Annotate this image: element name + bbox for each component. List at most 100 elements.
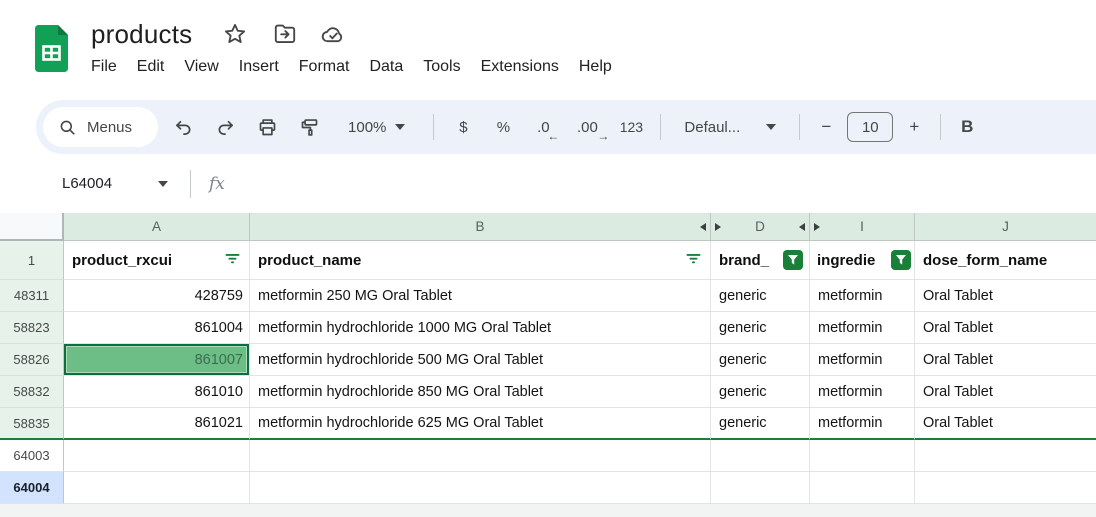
hidden-columns-expand-icon[interactable] [814,222,820,231]
cell-rxcui[interactable]: 861004 [64,312,250,344]
column-header-j[interactable]: J [915,213,1096,241]
row-header-58823[interactable]: 58823 [0,312,64,344]
name-box[interactable]: L64004 [62,175,168,192]
cell-empty[interactable] [64,472,250,504]
cell-d1-brand[interactable]: brand_ [711,241,810,280]
menu-insert[interactable]: Insert [229,55,289,79]
increase-font-size-button[interactable]: + [897,107,931,147]
cell-dose-form[interactable]: Oral Tablet [915,344,1096,376]
fx-icon: fx [209,173,225,194]
document-title[interactable]: products [91,19,192,50]
cell-product-name[interactable]: metformin hydrochloride 625 MG Oral Tabl… [250,408,711,440]
row-header-64004[interactable]: 64004 [0,472,64,504]
formula-input[interactable] [225,154,1096,213]
row-header-58835[interactable]: 58835 [0,408,64,440]
row-header-48311[interactable]: 48311 [0,280,64,312]
hidden-columns-expand-icon[interactable] [715,222,721,231]
cell-ingredient[interactable]: metformin [810,344,915,376]
row-header-58832[interactable]: 58832 [0,376,64,408]
active-filter-funnel-icon[interactable] [891,250,911,270]
cell-rxcui[interactable]: 861010 [64,376,250,408]
cell-a1-product-rxcui[interactable]: product_rxcui [64,241,250,280]
menu-extensions[interactable]: Extensions [471,55,569,79]
cell-ingredient[interactable]: metformin [810,312,915,344]
redo-button[interactable] [204,107,246,147]
hidden-columns-expand-icon[interactable] [700,222,706,231]
cell-ingredient[interactable]: metformin [810,408,915,440]
row-header-64003[interactable]: 64003 [0,440,64,472]
column-header-b[interactable]: B [250,213,711,241]
paint-format-icon[interactable] [288,107,330,147]
filter-button-icon[interactable] [224,252,241,269]
cell-dose-form[interactable]: Oral Tablet [915,376,1096,408]
cell-dose-form[interactable]: Oral Tablet [915,408,1096,440]
active-filter-funnel-icon[interactable] [783,250,803,270]
decrease-font-size-button[interactable]: − [809,107,843,147]
cell-product-name[interactable]: metformin hydrochloride 850 MG Oral Tabl… [250,376,711,408]
cell-dose-form[interactable]: Oral Tablet [915,280,1096,312]
star-icon[interactable] [222,21,248,47]
menu-format[interactable]: Format [289,55,360,79]
column-header-a[interactable]: A [64,213,250,241]
cell-brand[interactable]: generic [711,280,810,312]
cell-rxcui-highlighted[interactable]: 861007 [64,344,250,376]
name-box-value: L64004 [62,175,113,192]
cell-brand[interactable]: generic [711,312,810,344]
menu-edit[interactable]: Edit [127,55,175,79]
column-letter: D [755,219,765,234]
cell-brand[interactable]: generic [711,376,810,408]
font-size-input[interactable]: 10 [847,112,894,142]
cloud-saved-icon[interactable] [320,21,346,47]
cell-product-name[interactable]: metformin hydrochloride 1000 MG Oral Tab… [250,312,711,344]
sheets-logo-icon[interactable] [35,25,68,72]
cell-empty[interactable] [711,440,810,472]
decrease-decimal-button[interactable]: .0 ← [523,107,563,147]
cell-empty[interactable] [915,440,1096,472]
cell-rxcui[interactable]: 861021 [64,408,250,440]
cell-empty[interactable] [915,472,1096,504]
zoom-control[interactable]: 100% [336,119,417,136]
menus-search-button[interactable]: Menus [43,107,159,147]
cell-empty[interactable] [711,472,810,504]
select-all-corner[interactable] [0,213,64,241]
chevron-down-icon [158,180,168,187]
row-header-1[interactable]: 1 [0,241,64,280]
number-format-button[interactable]: 123 [611,107,651,147]
menu-help[interactable]: Help [569,55,622,79]
move-to-folder-icon[interactable] [272,21,298,47]
bold-button[interactable]: B [950,107,984,147]
style-dropdown[interactable]: Defaul... [670,119,790,136]
cell-dose-form[interactable]: Oral Tablet [915,312,1096,344]
undo-button[interactable] [162,107,204,147]
menu-data[interactable]: Data [359,55,413,79]
hidden-columns-expand-icon[interactable] [799,222,805,231]
format-percent-button[interactable]: % [483,107,523,147]
print-icon[interactable] [246,107,288,147]
cell-j1-dose-form[interactable]: dose_form_name [915,241,1096,280]
cell-product-name[interactable]: metformin 250 MG Oral Tablet [250,280,711,312]
format-currency-button[interactable]: $ [443,107,483,147]
column-header-d[interactable]: D [711,213,810,241]
cell-brand[interactable]: generic [711,408,810,440]
filter-button-icon[interactable] [685,252,702,269]
cell-empty[interactable] [810,472,915,504]
cell-empty[interactable] [810,440,915,472]
menu-file[interactable]: File [81,55,127,79]
cell-b1-product-name[interactable]: product_name [250,241,711,280]
cell-empty[interactable] [64,440,250,472]
cell-i1-ingredient[interactable]: ingredie [810,241,915,280]
increase-decimal-button[interactable]: .00 → [563,107,611,147]
cell-empty[interactable] [250,440,711,472]
cell-ingredient[interactable]: metformin [810,280,915,312]
menu-view[interactable]: View [174,55,228,79]
cell-empty[interactable] [250,472,711,504]
cell-ingredient[interactable]: metformin [810,376,915,408]
cell-product-name[interactable]: metformin hydrochloride 500 MG Oral Tabl… [250,344,711,376]
column-header-i[interactable]: I [810,213,915,241]
cell-rxcui[interactable]: 428759 [64,280,250,312]
column-letter: I [860,219,864,234]
row-header-58826[interactable]: 58826 [0,344,64,376]
cell-brand[interactable]: generic [711,344,810,376]
chevron-down-icon [766,124,777,130]
menu-tools[interactable]: Tools [413,55,470,79]
